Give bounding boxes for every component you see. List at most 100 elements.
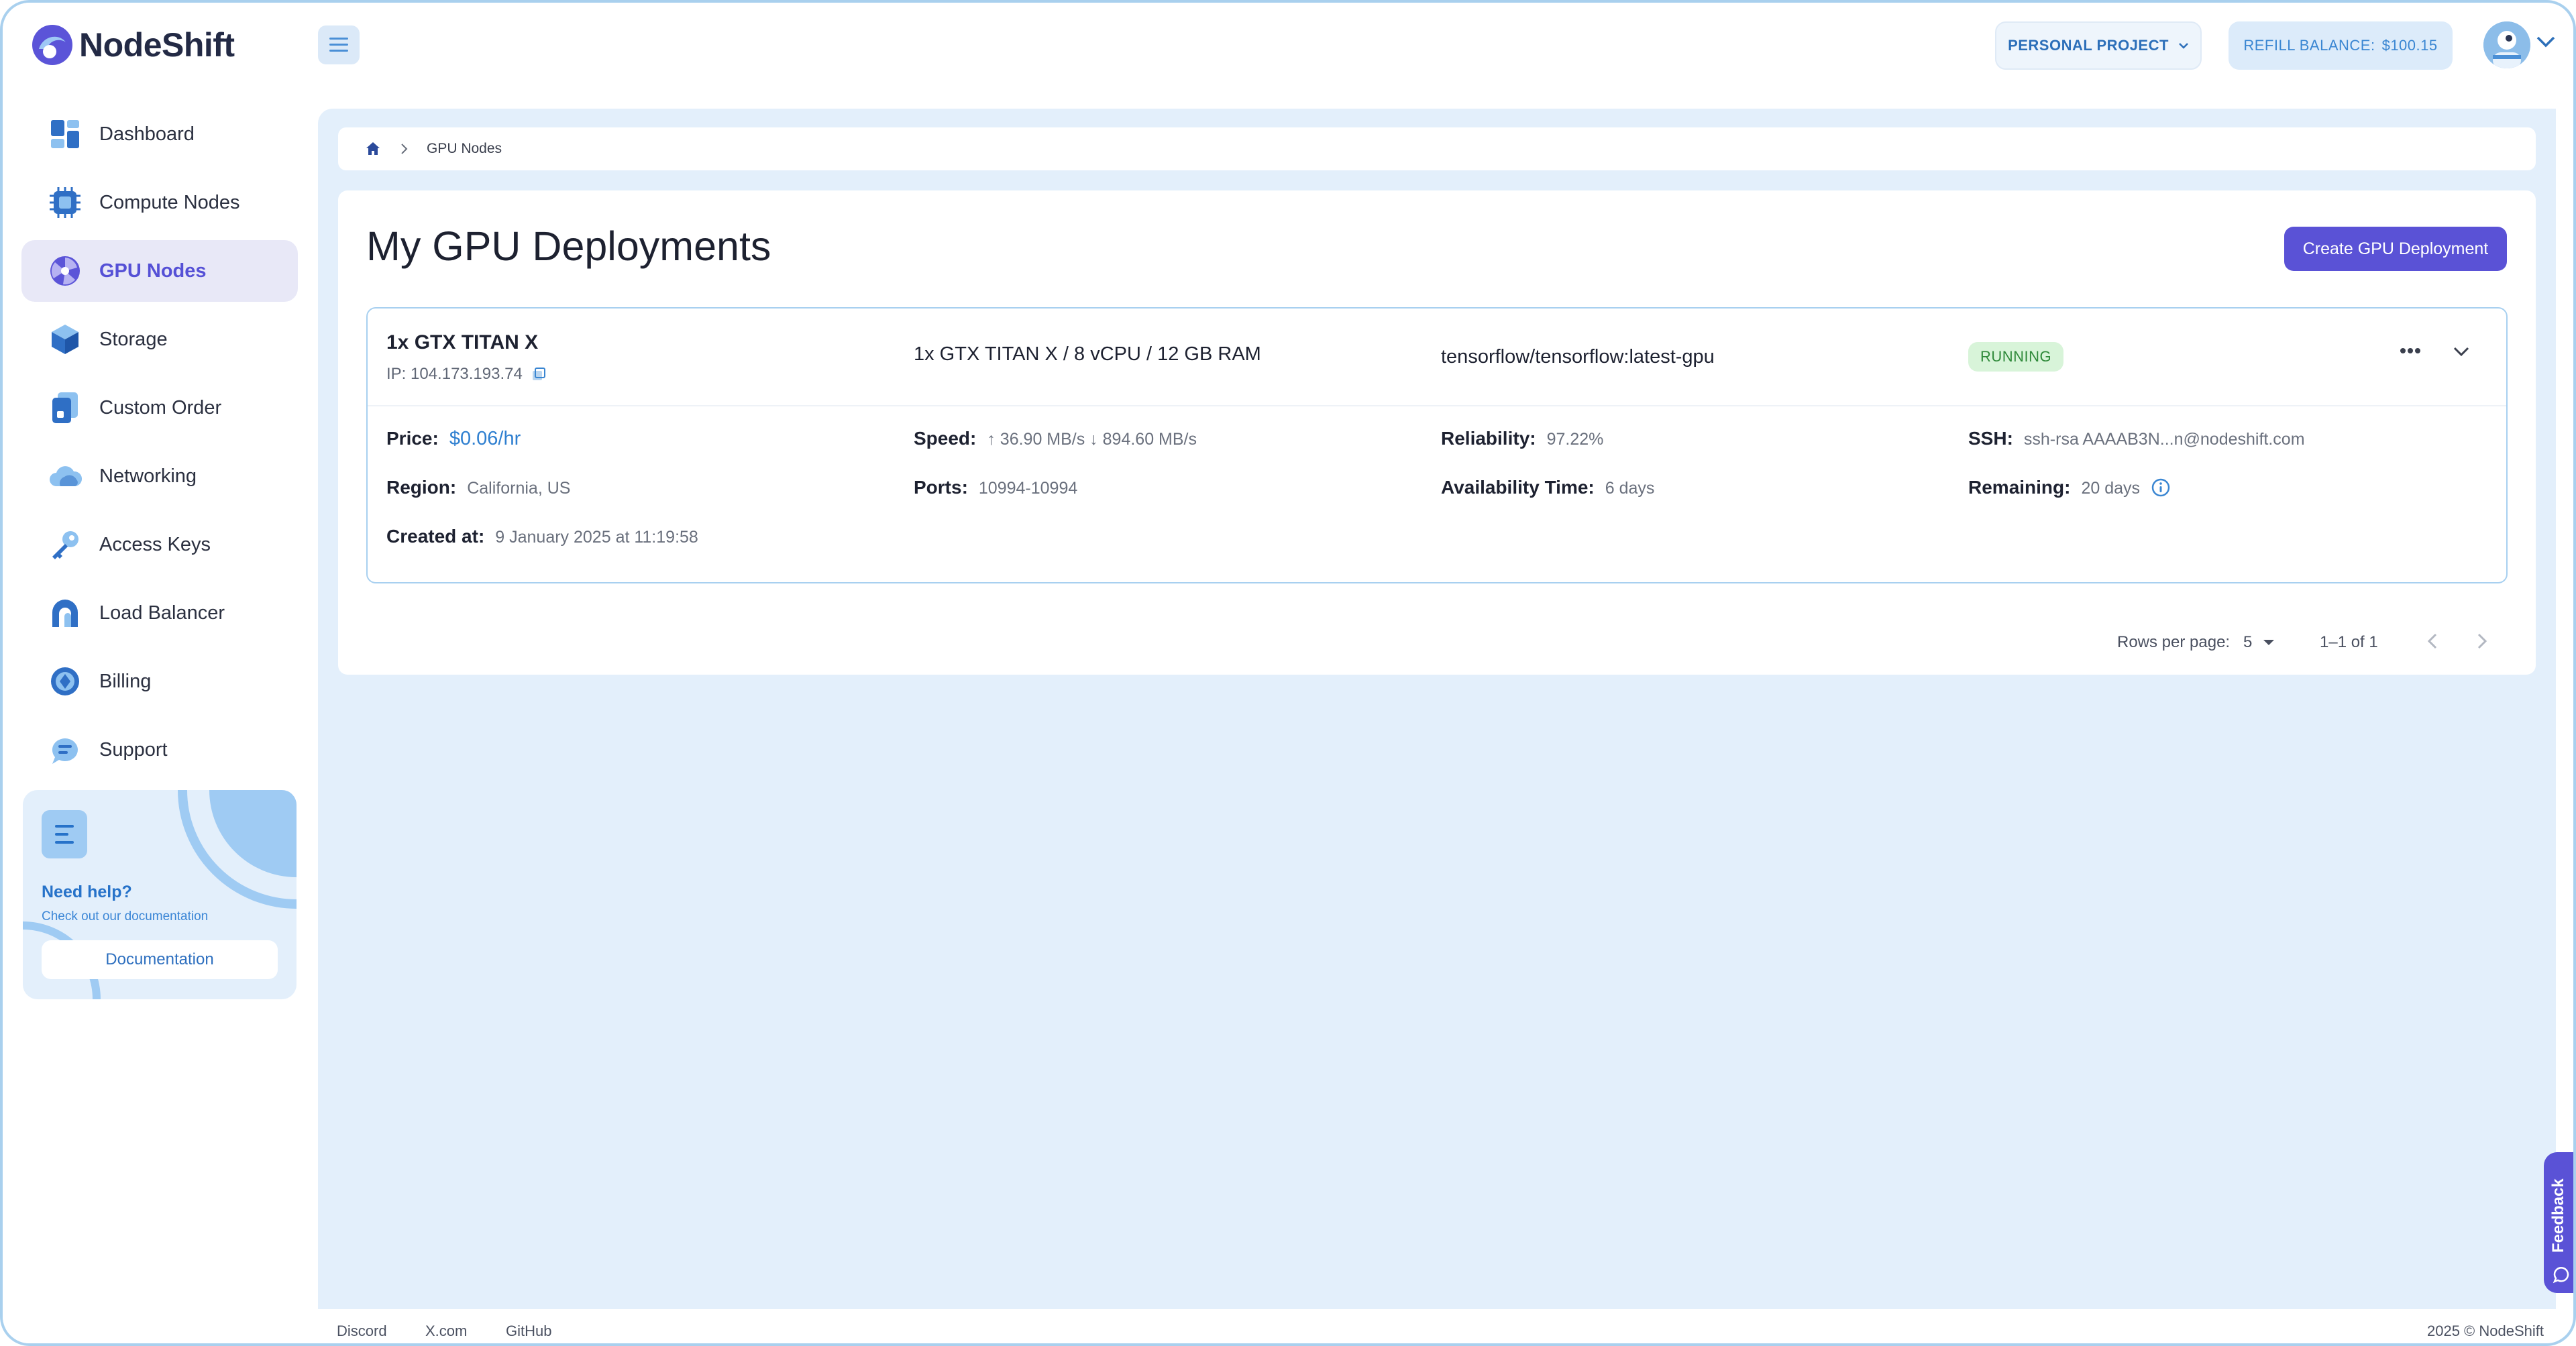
footer-copyright: 2025 © NodeShift [2427, 1323, 2544, 1339]
reliability-value: 97.22% [1546, 430, 1604, 449]
sidebar-item-dashboard[interactable]: Dashboard [21, 103, 298, 165]
price-value: $0.06/hr [449, 428, 521, 449]
help-card: Need help? Check out our documentation D… [23, 790, 297, 999]
info-icon[interactable] [2151, 478, 2171, 498]
deployment-summary-row[interactable]: 1x GTX TITAN X IP: 104.173.193.74 1x GTX… [368, 309, 2506, 406]
breadcrumb: GPU Nodes [338, 127, 2536, 170]
sidebar-item-label: Custom Order [99, 396, 222, 418]
created-value: 9 January 2025 at 11:19:58 [495, 528, 698, 547]
sidebar-item-label: Dashboard [99, 123, 195, 145]
document-icon [42, 810, 87, 858]
caret-down-icon [2263, 640, 2275, 645]
chevron-left-icon[interactable] [2426, 632, 2439, 651]
sidebar-item-compute-nodes[interactable]: Compute Nodes [21, 172, 298, 233]
sidebar-item-networking[interactable]: Networking [21, 445, 298, 507]
price-label: Price: [386, 428, 439, 449]
deployment-item: 1x GTX TITAN X IP: 104.173.193.74 1x GTX… [366, 307, 2508, 583]
speed-label: Speed: [914, 428, 977, 449]
sidebar-item-storage[interactable]: Storage [21, 309, 298, 370]
project-selector-label: PERSONAL PROJECT [2008, 37, 2169, 54]
deployment-name: 1x GTX TITAN X [386, 331, 539, 353]
deployment-image: tensorflow/tensorflow:latest-gpu [1441, 346, 1715, 368]
rows-per-page-select[interactable]: 5 [2243, 633, 2275, 652]
region-field: Region: California, US [386, 477, 570, 498]
sidebar: NodeShift Dashboard Compute Nodes GPU No… [3, 3, 318, 1343]
status-badge: RUNNING [1968, 342, 2064, 372]
dashboard-icon [51, 120, 79, 148]
speed-field: Speed: ↑ 36.90 MB/s ↓ 894.60 MB/s [914, 428, 1197, 449]
region-value: California, US [467, 479, 571, 498]
help-title: Need help? [42, 883, 132, 901]
rows-per-page-label: Rows per page: [2117, 633, 2231, 651]
create-gpu-deployment-button[interactable]: Create GPU Deployment [2284, 227, 2507, 271]
footer: Discord X.com GitHub 2025 © NodeShift [318, 1309, 2556, 1343]
sidebar-item-load-balancer[interactable]: Load Balancer [21, 582, 298, 644]
avatar[interactable] [2483, 21, 2530, 68]
hamburger-icon [329, 38, 348, 52]
reliability-field: Reliability: 97.22% [1441, 428, 1603, 449]
project-selector[interactable]: PERSONAL PROJECT [1995, 21, 2202, 70]
sidebar-item-label: Support [99, 738, 168, 761]
support-chat-icon [52, 738, 78, 764]
ssh-field: SSH: ssh-rsa AAAAB3N...n@nodeshift.com [1968, 428, 2305, 449]
page-title: My GPU Deployments [366, 223, 771, 269]
user-avatar-icon [2483, 21, 2530, 68]
help-subtitle: Check out our documentation [42, 909, 209, 923]
brand-logo[interactable]: NodeShift [30, 21, 235, 68]
refill-balance-button[interactable]: REFILL BALANCE: $100.15 [2229, 21, 2453, 70]
footer-link-github[interactable]: GitHub [506, 1323, 551, 1340]
refill-label: REFILL BALANCE: [2243, 37, 2375, 54]
ports-value: 10994-10994 [978, 479, 1078, 498]
sidebar-item-label: Access Keys [99, 533, 211, 555]
custom-order-icon [52, 392, 78, 423]
ports-field: Ports: 10994-10994 [914, 477, 1077, 498]
reliability-label: Reliability: [1441, 428, 1536, 449]
storage-cube-icon [52, 325, 78, 354]
sidebar-item-label: Load Balancer [99, 602, 225, 624]
chevron-right-icon[interactable] [2475, 632, 2489, 651]
availability-label: Availability Time: [1441, 477, 1595, 498]
feedback-label: Feedback [2549, 1178, 2567, 1253]
cloud-icon [50, 466, 82, 486]
gpu-icon [50, 256, 80, 286]
footer-link-x[interactable]: X.com [425, 1323, 467, 1340]
home-icon[interactable] [365, 141, 381, 157]
sidebar-item-access-keys[interactable]: Access Keys [21, 514, 298, 575]
menu-toggle-button[interactable] [318, 25, 360, 64]
copy-icon[interactable] [531, 366, 547, 382]
cpu-chip-icon [50, 187, 80, 218]
rows-per-page-value: 5 [2243, 633, 2253, 651]
sidebar-item-billing[interactable]: Billing [21, 651, 298, 712]
ssh-label: SSH: [1968, 428, 2013, 449]
footer-link-discord[interactable]: Discord [337, 1323, 387, 1340]
sidebar-item-label: Storage [99, 328, 168, 350]
chevron-down-icon[interactable] [2453, 346, 2470, 357]
sidebar-item-label: Networking [99, 465, 197, 487]
balance-amount: $100.15 [2381, 37, 2438, 54]
chevron-down-icon [2179, 43, 2188, 49]
remaining-field: Remaining: 20 days [1968, 477, 2171, 498]
availability-value: 6 days [1605, 479, 1655, 498]
sidebar-item-label: Billing [99, 670, 152, 692]
chevron-down-icon[interactable] [2536, 35, 2556, 48]
load-balancer-icon [52, 600, 78, 627]
pagination-range: 1–1 of 1 [2320, 633, 2378, 651]
main-content: GPU Nodes My GPU Deployments Create GPU … [318, 109, 2556, 1309]
feedback-tab[interactable]: Feedback [2544, 1152, 2573, 1293]
deployments-card: My GPU Deployments Create GPU Deployment… [338, 190, 2536, 675]
sidebar-item-gpu-nodes[interactable]: GPU Nodes [21, 240, 298, 302]
ports-label: Ports: [914, 477, 968, 498]
sidebar-item-custom-order[interactable]: Custom Order [21, 377, 298, 439]
documentation-button[interactable]: Documentation [42, 940, 278, 979]
brand-name: NodeShift [79, 26, 235, 64]
created-label: Created at: [386, 526, 485, 547]
sidebar-item-support[interactable]: Support [21, 719, 298, 781]
sidebar-nav: Dashboard Compute Nodes GPU Nodes Storag… [21, 103, 298, 787]
app-window: NodeShift Dashboard Compute Nodes GPU No… [0, 0, 2576, 1346]
sidebar-item-label: GPU Nodes [99, 260, 207, 282]
more-options-icon[interactable] [2400, 347, 2420, 354]
remaining-value: 20 days [2081, 479, 2141, 498]
ssh-value: ssh-rsa AAAAB3N...n@nodeshift.com [2023, 430, 2305, 449]
key-icon [52, 531, 78, 559]
deployment-ip-text: IP: 104.173.193.74 [386, 365, 523, 383]
